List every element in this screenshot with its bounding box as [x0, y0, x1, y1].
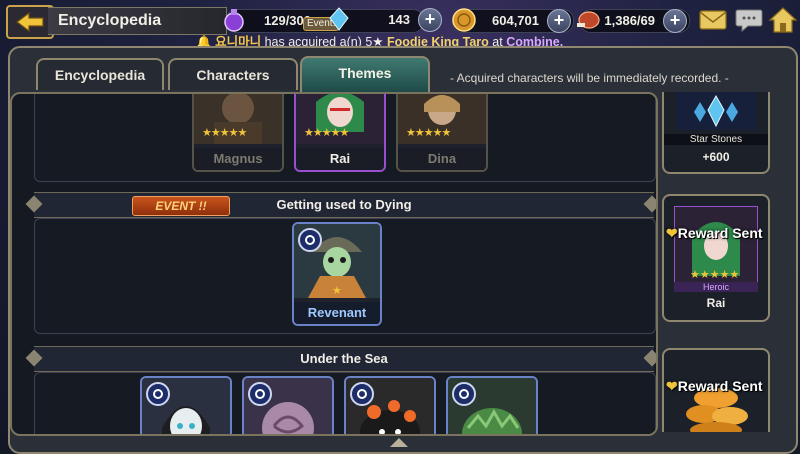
reward-sent-status: ❤Reward Sent — [666, 378, 763, 394]
reward-name: Rai — [706, 296, 726, 310]
rarity-stars: ★★★★★ — [406, 127, 451, 139]
character-card-revenant[interactable]: ★ Revenant — [292, 222, 382, 326]
rarity-stars: ★★★★★ — [690, 269, 740, 281]
gold-pile-icon — [674, 358, 758, 432]
top-bar: Encyclopedia 129/300 Event! 143 + 604,70… — [0, 0, 800, 49]
page-title: Encyclopedia — [58, 12, 162, 29]
character-card-magnus[interactable]: ★★★★★ Magnus — [192, 94, 284, 172]
tab-encyclopedia[interactable]: Encyclopedia — [36, 58, 164, 90]
star-stone-icon — [676, 92, 756, 130]
add-crystals-button[interactable]: + — [418, 8, 442, 32]
reward-card-star-stones[interactable]: Star Stones +600 — [662, 92, 770, 174]
tab-characters[interactable]: Characters — [168, 58, 298, 90]
character-card[interactable] — [242, 376, 334, 434]
element-badge-icon — [298, 228, 322, 252]
meat-value: 1,386/69 — [604, 13, 655, 28]
gold-value: 604,701 — [492, 13, 539, 28]
home-icon[interactable] — [768, 6, 798, 34]
crystal-value: 143 — [388, 12, 410, 27]
reward-label: Star Stones — [664, 134, 768, 145]
scroll-indicator-icon[interactable] — [390, 438, 408, 447]
tab-themes[interactable]: Themes — [300, 56, 430, 92]
heart-icon: ❤ — [666, 378, 678, 394]
reward-amount: +600 — [702, 150, 730, 164]
reward-card-rai[interactable]: ★★★★★ Heroic Rai — [662, 194, 770, 322]
element-badge-icon — [350, 382, 374, 406]
character-name: Rai — [296, 148, 384, 170]
theme-title: Getting used to Dying — [276, 197, 412, 212]
character-card[interactable] — [140, 376, 232, 434]
rarity-stars: ★★★★★ — [202, 127, 247, 139]
back-button[interactable] — [6, 5, 54, 39]
meat-icon — [577, 11, 600, 29]
gold-coin-icon — [452, 8, 476, 32]
tab-note: - Acquired characters will be immediatel… — [450, 71, 729, 85]
crystal-icon — [329, 7, 349, 31]
back-arrow-icon — [16, 12, 44, 32]
element-badge-icon — [146, 382, 170, 406]
theme-header: EVENT !! Getting used to Dying — [25, 192, 656, 218]
character-name: Revenant — [294, 302, 380, 324]
reward-column: Star Stones +600 ★★★★★ Heroic Rai ❤Rewar… — [656, 92, 792, 432]
heart-icon: ❤ — [666, 225, 678, 241]
reward-sent-status: ❤Reward Sent — [666, 225, 763, 241]
mail-icon[interactable] — [698, 6, 728, 34]
element-badge-icon — [452, 382, 476, 406]
reward-rarity-label: Heroic — [674, 282, 758, 292]
element-badge-icon — [248, 382, 272, 406]
add-gold-button[interactable]: + — [547, 9, 571, 33]
character-card-rai[interactable]: ★★★★★ Rai — [294, 94, 386, 172]
stamina-potion-icon — [224, 9, 244, 32]
theme-list[interactable]: ★★★★★ Magnus ★★★★★ Rai ★★★★★ Dina EVENT … — [10, 92, 658, 436]
chat-icon[interactable] — [734, 6, 764, 34]
rarity-stars: ★★★★★ — [304, 127, 349, 139]
character-card-dina[interactable]: ★★★★★ Dina — [396, 94, 488, 172]
add-meat-button[interactable]: + — [663, 9, 687, 33]
theme-title: Under the Sea — [300, 351, 388, 366]
character-name: Dina — [398, 148, 486, 170]
character-name: Magnus — [194, 148, 282, 170]
rarity-stars: ★ — [332, 285, 342, 297]
character-card[interactable] — [344, 376, 436, 434]
gold-resource: 604,701 + — [452, 8, 574, 33]
character-card[interactable] — [446, 376, 538, 434]
meat-resource: 1,386/69 + — [577, 9, 690, 33]
crystal-resource: 143 + — [326, 7, 444, 32]
theme-header: Under the Sea — [25, 346, 656, 372]
